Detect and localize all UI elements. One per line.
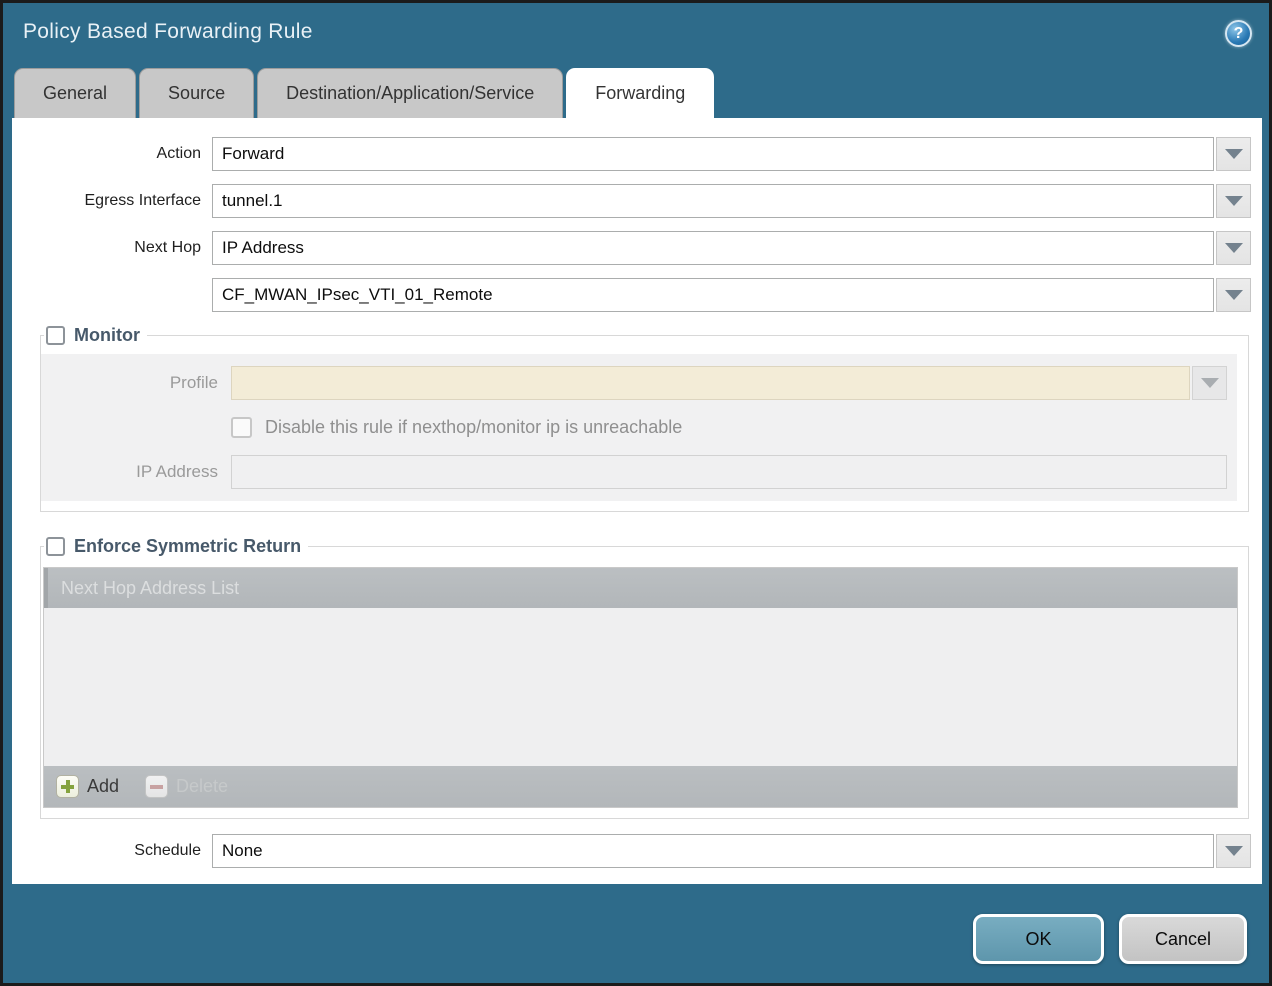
disable-rule-row: Disable this rule if nexthop/monitor ip … — [41, 417, 1227, 438]
egress-interface-row: Egress Interface — [12, 184, 1262, 218]
chevron-down-icon — [1201, 378, 1219, 388]
disable-rule-label: Disable this rule if nexthop/monitor ip … — [265, 417, 682, 438]
enforce-symmetric-return-legend: Enforce Symmetric Return — [44, 536, 308, 557]
disable-rule-checkbox[interactable] — [231, 417, 252, 438]
monitor-ip-input[interactable] — [231, 455, 1227, 489]
profile-row: Profile — [41, 366, 1227, 400]
profile-input[interactable] — [231, 366, 1190, 400]
schedule-label: Schedule — [12, 842, 212, 860]
chevron-down-icon — [1225, 846, 1243, 856]
delete-button-label: Delete — [176, 776, 228, 797]
egress-interface-dropdown-button[interactable] — [1216, 184, 1251, 218]
cancel-button[interactable]: Cancel — [1119, 914, 1247, 964]
next-hop-dropdown-button[interactable] — [1216, 231, 1251, 265]
minus-icon — [145, 775, 168, 798]
tab-general[interactable]: General — [14, 68, 136, 118]
dialog-action-buttons: OK Cancel — [973, 914, 1247, 964]
egress-interface-label: Egress Interface — [12, 192, 212, 210]
next-hop-address-input[interactable] — [212, 278, 1214, 312]
next-hop-label: Next Hop — [12, 239, 212, 257]
tab-source[interactable]: Source — [139, 68, 254, 118]
next-hop-address-list-column-header[interactable]: Next Hop Address List — [44, 568, 1237, 608]
chevron-down-icon — [1225, 290, 1243, 300]
profile-label: Profile — [41, 373, 231, 393]
next-hop-row: Next Hop — [12, 231, 1262, 265]
action-row: Action — [12, 137, 1262, 171]
tab-bar: General Source Destination/Application/S… — [3, 68, 1269, 118]
action-input[interactable] — [212, 137, 1214, 171]
schedule-row: Schedule — [12, 834, 1262, 868]
tab-destination-application-service[interactable]: Destination/Application/Service — [257, 68, 563, 118]
ok-button[interactable]: OK — [973, 914, 1104, 964]
monitor-section: Monitor Profile Disable this rule if nex… — [40, 325, 1249, 512]
schedule-input[interactable] — [212, 834, 1214, 868]
add-button-label: Add — [87, 776, 119, 797]
plus-icon — [56, 775, 79, 798]
next-hop-type-input[interactable] — [212, 231, 1214, 265]
egress-interface-input[interactable] — [212, 184, 1214, 218]
schedule-dropdown-button[interactable] — [1216, 834, 1251, 868]
chevron-down-icon — [1225, 149, 1243, 159]
profile-dropdown-button[interactable] — [1192, 366, 1227, 400]
help-icon[interactable]: ? — [1225, 20, 1252, 47]
delete-button[interactable]: Delete — [145, 775, 228, 798]
next-hop-address-table-footer: Add Delete — [44, 766, 1237, 807]
enforce-symmetric-return-label: Enforce Symmetric Return — [74, 536, 301, 557]
monitor-ip-label: IP Address — [41, 462, 231, 482]
tab-forwarding[interactable]: Forwarding — [566, 68, 714, 118]
forwarding-tab-panel: Action Egress Interface Next Hop — [12, 118, 1262, 884]
monitor-panel: Profile Disable this rule if nexthop/mon… — [41, 354, 1237, 501]
dialog-title: Policy Based Forwarding Rule — [23, 20, 313, 44]
chevron-down-icon — [1225, 243, 1243, 253]
pbf-rule-dialog: Policy Based Forwarding Rule ? General S… — [0, 0, 1272, 986]
next-hop-address-dropdown-button[interactable] — [1216, 278, 1251, 312]
next-hop-address-table: Next Hop Address List Add Delete — [43, 567, 1238, 808]
action-dropdown-button[interactable] — [1216, 137, 1251, 171]
chevron-down-icon — [1225, 196, 1243, 206]
action-label: Action — [12, 145, 212, 163]
monitor-legend: Monitor — [44, 325, 147, 346]
next-hop-address-row — [12, 278, 1262, 312]
monitor-ip-row: IP Address — [41, 455, 1227, 489]
monitor-checkbox[interactable] — [46, 326, 65, 345]
add-button[interactable]: Add — [56, 775, 119, 798]
dialog-titlebar: Policy Based Forwarding Rule ? — [3, 3, 1269, 68]
enforce-symmetric-return-checkbox[interactable] — [46, 537, 65, 556]
enforce-symmetric-return-section: Enforce Symmetric Return Next Hop Addres… — [40, 536, 1249, 819]
monitor-legend-label: Monitor — [74, 325, 140, 346]
next-hop-address-table-body[interactable] — [44, 608, 1237, 766]
